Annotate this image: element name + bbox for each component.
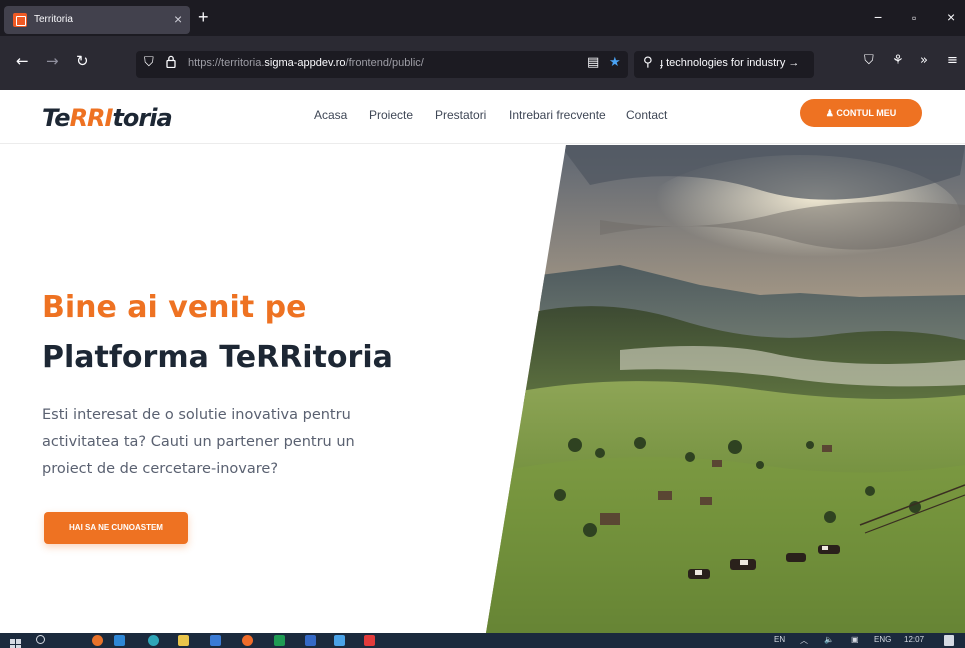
pocket-icon[interactable]: ⛉ [864, 53, 874, 68]
reload-icon[interactable]: ↻ [76, 52, 89, 70]
volume-icon[interactable]: 🔈 [824, 635, 834, 644]
address-bar[interactable]: ⛉ https://territoria.sigma-appdev.ro/fro… [136, 51, 628, 78]
word-icon[interactable] [305, 635, 316, 646]
reader-view-icon[interactable]: ▤ [587, 55, 599, 70]
windows-start-icon[interactable] [10, 635, 21, 648]
window-close-button[interactable]: × [947, 9, 955, 25]
site-header: TeRRItoria Acasa Proiecte Prestatori Int… [0, 90, 965, 144]
shield-icon[interactable]: ⛉ [144, 55, 154, 70]
browser-tab-active[interactable]: Territoria × [4, 6, 190, 34]
nav-link-intrebari-frecvente[interactable]: Intrebari frecvente [509, 108, 606, 122]
keyboard-layout[interactable]: ENG [874, 635, 891, 644]
tab-title: Territoria [34, 14, 73, 25]
app-icon-2[interactable] [114, 635, 125, 646]
nav-link-prestatori[interactable]: Prestatori [435, 108, 486, 122]
new-tab-button[interactable]: + [198, 8, 209, 26]
hero-title-platform: Platforma TeRRitoria [42, 340, 393, 375]
lock-icon[interactable] [166, 55, 176, 72]
tab-close-icon[interactable]: × [174, 11, 182, 27]
hero-paragraph: Esti interesat de o solutie inovativa pe… [42, 407, 355, 477]
clock-time[interactable]: 12:07 [904, 635, 924, 644]
windows-taskbar: EN ︿ 🔈 ▣ ENG 12:07 [0, 633, 965, 648]
search-taskbar-icon[interactable] [36, 635, 45, 644]
menu-hamburger-icon[interactable]: ≡ [947, 53, 958, 68]
extensions-icon[interactable]: ⚘ [892, 53, 904, 68]
hai-sa-ne-cunoastem-button[interactable]: HAI SA NE CUNOASTEM [44, 512, 188, 544]
window-restore-button[interactable]: ▫ [912, 11, 916, 25]
nav-link-proiecte[interactable]: Proiecte [369, 108, 413, 122]
app-icon-1[interactable] [92, 635, 103, 646]
excel-icon[interactable] [274, 635, 285, 646]
hero-title-welcome: Bine ai venit pe [42, 290, 307, 325]
firefox-icon[interactable] [242, 635, 253, 646]
search-bar[interactable]: ⚲ ɟ technologies for industry → [634, 51, 814, 78]
notifications-icon[interactable] [944, 635, 954, 646]
app-icon-5[interactable] [364, 635, 375, 646]
app-icon-3[interactable] [210, 635, 221, 646]
browser-tab-strip: Territoria × + − ▫ × [0, 0, 965, 36]
hero-landscape-image [486, 145, 965, 633]
url-text[interactable]: https://territoria.sigma-appdev.ro/front… [188, 57, 424, 69]
window-minimize-button[interactable]: − [874, 9, 882, 25]
nav-link-acasa[interactable]: Acasa [314, 108, 347, 122]
back-arrow-icon[interactable]: ← [16, 52, 29, 70]
territoria-logo[interactable]: TeRRItoria [42, 104, 173, 132]
account-button[interactable]: ♟ CONTUL MEU [800, 99, 922, 127]
app-icon-4[interactable] [334, 635, 345, 646]
display-icon[interactable]: ▣ [851, 635, 859, 644]
search-text[interactable]: ɟ technologies for industry → [660, 57, 799, 69]
nav-link-contact[interactable]: Contact [626, 108, 667, 122]
edge-browser-icon[interactable] [148, 635, 159, 646]
browser-navigation-bar: ← → ↻ ⛉ https://territoria.sigma-appdev.… [0, 36, 965, 90]
search-icon: ⚲ [643, 55, 653, 70]
forward-arrow-icon[interactable]: → [46, 52, 59, 70]
overflow-chevrons-icon[interactable]: » [920, 53, 928, 68]
file-explorer-icon[interactable] [178, 635, 189, 646]
bookmark-star-icon[interactable]: ★ [609, 55, 621, 70]
language-indicator[interactable]: EN [774, 635, 785, 644]
territoria-favicon-icon [13, 13, 27, 27]
chevron-up-icon[interactable]: ︿ [800, 635, 808, 646]
